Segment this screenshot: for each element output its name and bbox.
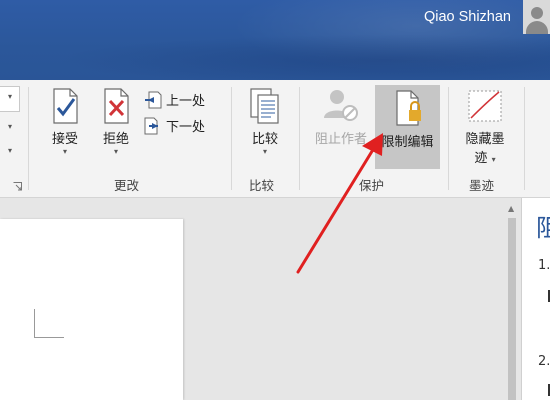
next-change-button[interactable]: 下一处 — [144, 116, 205, 135]
scrollbar-thumb[interactable] — [508, 218, 516, 400]
group-label-changes: 更改 — [114, 178, 140, 193]
accept-button[interactable]: 接受 ▾ — [42, 88, 88, 156]
reject-icon — [104, 88, 129, 124]
accept-label: 接受 — [51, 132, 78, 147]
group-label-ink: 墨迹 — [469, 178, 495, 193]
chevron-down-icon: ▾ — [62, 147, 67, 156]
avatar-body — [526, 21, 548, 34]
compare-button[interactable]: 比较 ▾ — [242, 88, 288, 156]
compare-icon — [250, 88, 279, 124]
dropdown-caret[interactable]: ▾ — [8, 92, 12, 101]
block-authors-button[interactable]: 阻止作者 — [308, 88, 374, 147]
reject-label: 拒绝 — [102, 132, 129, 147]
document-page[interactable] — [0, 219, 183, 400]
group-separator — [524, 87, 525, 190]
dialog-launcher-icon[interactable] — [13, 182, 22, 191]
user-name[interactable]: Qiao Shizhan — [424, 9, 511, 25]
group-separator — [448, 87, 449, 190]
reject-button[interactable]: 拒绝 ▾ — [94, 88, 138, 156]
restrict-editing-icon — [395, 90, 421, 126]
group-label-compare: 比较 — [249, 178, 275, 193]
chevron-down-icon: ▾ — [262, 147, 267, 156]
avatar[interactable] — [523, 0, 550, 34]
group-separator — [299, 87, 300, 190]
title-bar: Qiao Shizhan — [0, 0, 550, 80]
chevron-down-icon: ▾ — [491, 155, 496, 164]
block-authors-icon — [324, 90, 358, 121]
next-icon — [144, 117, 158, 134]
previous-change-button[interactable]: 上一处 — [144, 90, 205, 109]
nav-pane-item[interactable]: 2. — [538, 354, 550, 369]
title-bar-shadow — [0, 30, 550, 80]
previous-icon — [145, 91, 162, 108]
hide-ink-label-line1: 隐藏墨 — [465, 132, 505, 147]
hide-ink-label-line2: 迹 ▾ — [456, 147, 514, 166]
next-change-label: 下一处 — [166, 120, 206, 135]
scroll-up-icon[interactable]: ▲ — [508, 204, 514, 213]
group-separator — [28, 87, 29, 190]
ribbon: ▾ ▾ ▾ 接受 ▾ 拒绝 ▾ 上一处 下一处 更改 比较 ▾ 比较 阻止作者 … — [0, 80, 550, 198]
accept-icon — [53, 88, 78, 124]
chevron-down-icon: ▾ — [113, 147, 118, 156]
hide-ink-label-line2-text: 迹 — [474, 151, 488, 166]
nav-pane-heading: 阻 — [536, 214, 550, 242]
dropdown-caret[interactable]: ▾ — [8, 122, 12, 131]
nav-pane-item[interactable]: 1. — [538, 258, 550, 273]
group-separator — [231, 87, 232, 190]
group-label-protect: 保护 — [359, 178, 385, 193]
avatar-head — [531, 7, 543, 19]
hide-ink-button[interactable]: 隐藏墨 迹 ▾ — [456, 88, 514, 166]
restrict-editing-label: 限制编辑 — [381, 135, 434, 150]
block-authors-label: 阻止作者 — [314, 132, 367, 147]
restrict-editing-button[interactable]: 限制编辑 — [375, 85, 440, 169]
page-margin-marker — [34, 309, 64, 338]
hide-ink-icon — [468, 90, 502, 122]
compare-label: 比较 — [251, 132, 278, 147]
dropdown-caret[interactable]: ▾ — [8, 146, 12, 155]
vertical-scrollbar[interactable]: ▲ — [504, 198, 520, 400]
previous-change-label: 上一处 — [166, 94, 206, 109]
